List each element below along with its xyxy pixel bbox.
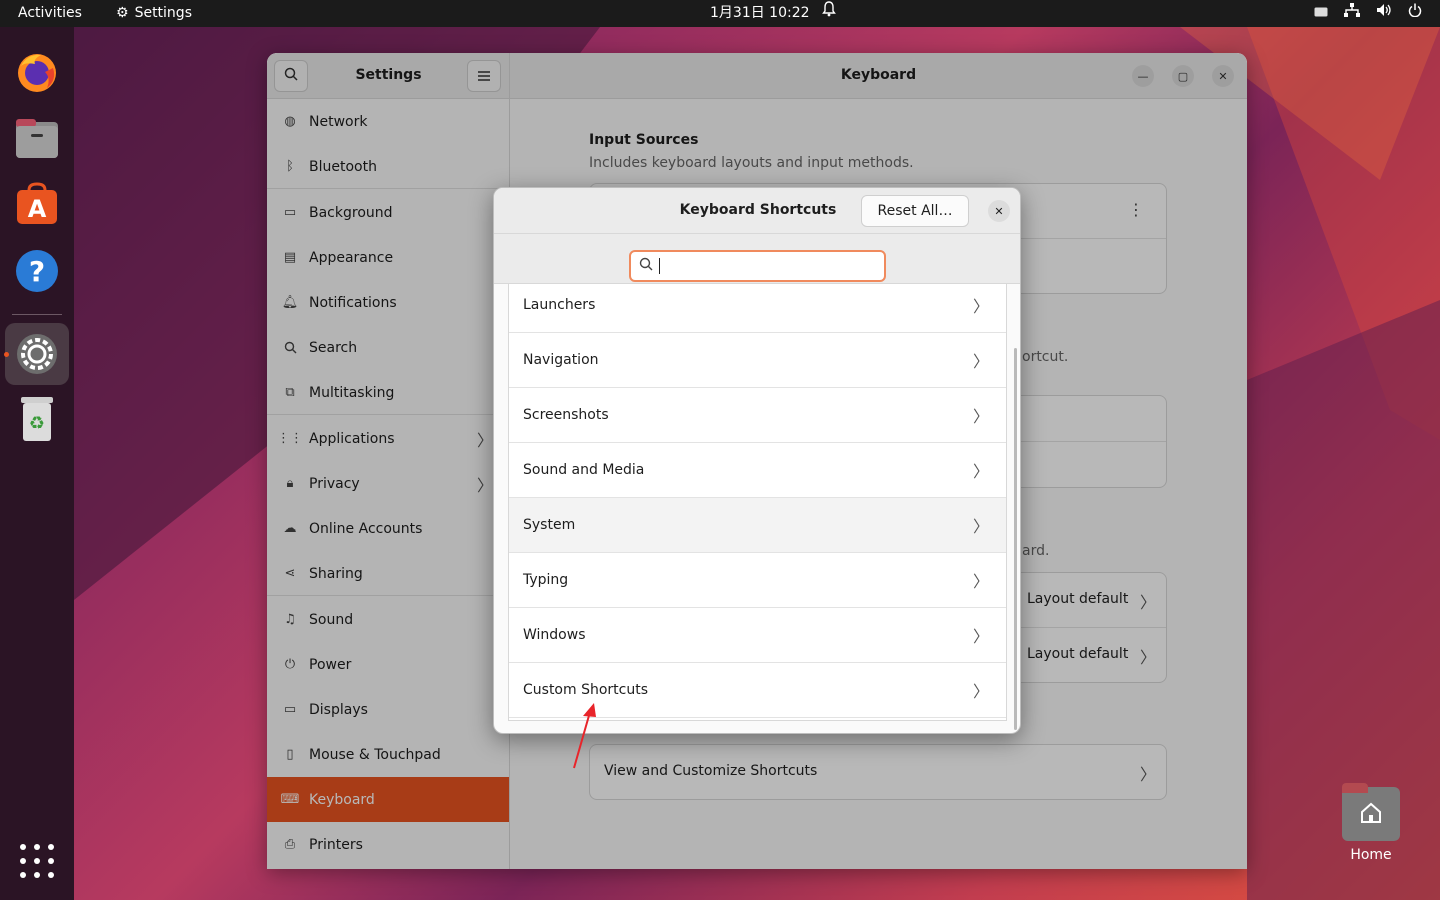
category-typing[interactable]: Typing 〉 [509,553,1006,608]
category-label: Screenshots [523,407,609,423]
dialog-scrollbar[interactable] [1014,348,1017,730]
category-launchers[interactable]: Launchers 〉 [509,278,1006,333]
activities-button[interactable]: Activities [18,0,82,27]
category-label: Sound and Media [523,462,645,478]
category-label: Windows [523,627,586,643]
search-icon [639,257,653,275]
firefox-icon[interactable] [14,49,60,95]
app-center-icon[interactable]: A [14,181,60,227]
reset-all-button[interactable]: Reset All… [861,195,969,227]
trash-icon[interactable]: ♻ [14,397,60,443]
category-system[interactable]: System 〉 [509,498,1006,553]
system-tray[interactable] [1314,0,1422,27]
dialog-search-bar [494,234,1020,284]
volume-icon[interactable] [1376,0,1392,27]
keyboard-indicator-icon[interactable] [1314,0,1328,27]
category-label: Typing [523,572,569,588]
help-icon[interactable]: ? [14,248,60,294]
power-icon[interactable] [1408,0,1422,27]
clock[interactable]: 1月31日 10:22 [710,0,810,27]
category-navigation[interactable]: Navigation 〉 [509,333,1006,388]
keyboard-shortcuts-dialog: Keyboard Shortcuts Reset All… ✕ Launcher… [493,187,1021,734]
svg-text:A: A [28,195,47,223]
category-label: System [523,517,576,533]
annotation-arrow-icon [573,703,596,769]
settings-icon[interactable] [14,331,60,377]
svg-text:♻: ♻ [29,413,45,434]
chevron-right-icon: 〉 [972,682,989,701]
chevron-right-icon: 〉 [972,517,989,536]
close-dialog-button[interactable]: ✕ [988,200,1010,222]
apps-grid-icon[interactable] [20,844,54,878]
app-menu-label: Settings [134,5,192,21]
files-icon[interactable] [14,116,60,162]
close-icon: ✕ [994,204,1004,218]
category-windows[interactable]: Windows 〉 [509,608,1006,663]
category-label: Custom Shortcuts [523,682,649,698]
chevron-right-icon: 〉 [972,407,989,426]
top-bar: Activities ⚙ Settings 1月31日 10:22 [0,0,1440,27]
chevron-right-icon: 〉 [972,462,989,481]
chevron-right-icon: 〉 [972,627,989,646]
dock-separator [12,314,62,315]
running-indicator [4,352,9,357]
notification-bell-icon[interactable] [822,0,836,27]
chevron-right-icon: 〉 [972,352,989,371]
chevron-right-icon: 〉 [972,297,989,316]
desktop-home-folder[interactable]: Home [1340,783,1402,863]
chevron-right-icon: 〉 [972,572,989,591]
category-screenshots[interactable]: Screenshots 〉 [509,388,1006,443]
category-label: Navigation [523,352,599,368]
dock: A ? ♻ [0,27,74,900]
svg-text:?: ? [29,255,45,288]
category-sound-and-media[interactable]: Sound and Media 〉 [509,443,1006,498]
shortcut-category-list: Launchers 〉 Navigation 〉 Screenshots 〉 Soun… [508,284,1007,721]
gear-icon: ⚙ [116,5,129,21]
app-menu[interactable]: ⚙ Settings [116,0,192,27]
text-cursor [659,258,660,274]
home-folder-icon [1342,783,1400,841]
category-label: Launchers [523,297,596,313]
home-label: Home [1350,847,1392,863]
network-wired-icon[interactable] [1344,0,1360,27]
dialog-header: Keyboard Shortcuts Reset All… ✕ [494,188,1020,234]
